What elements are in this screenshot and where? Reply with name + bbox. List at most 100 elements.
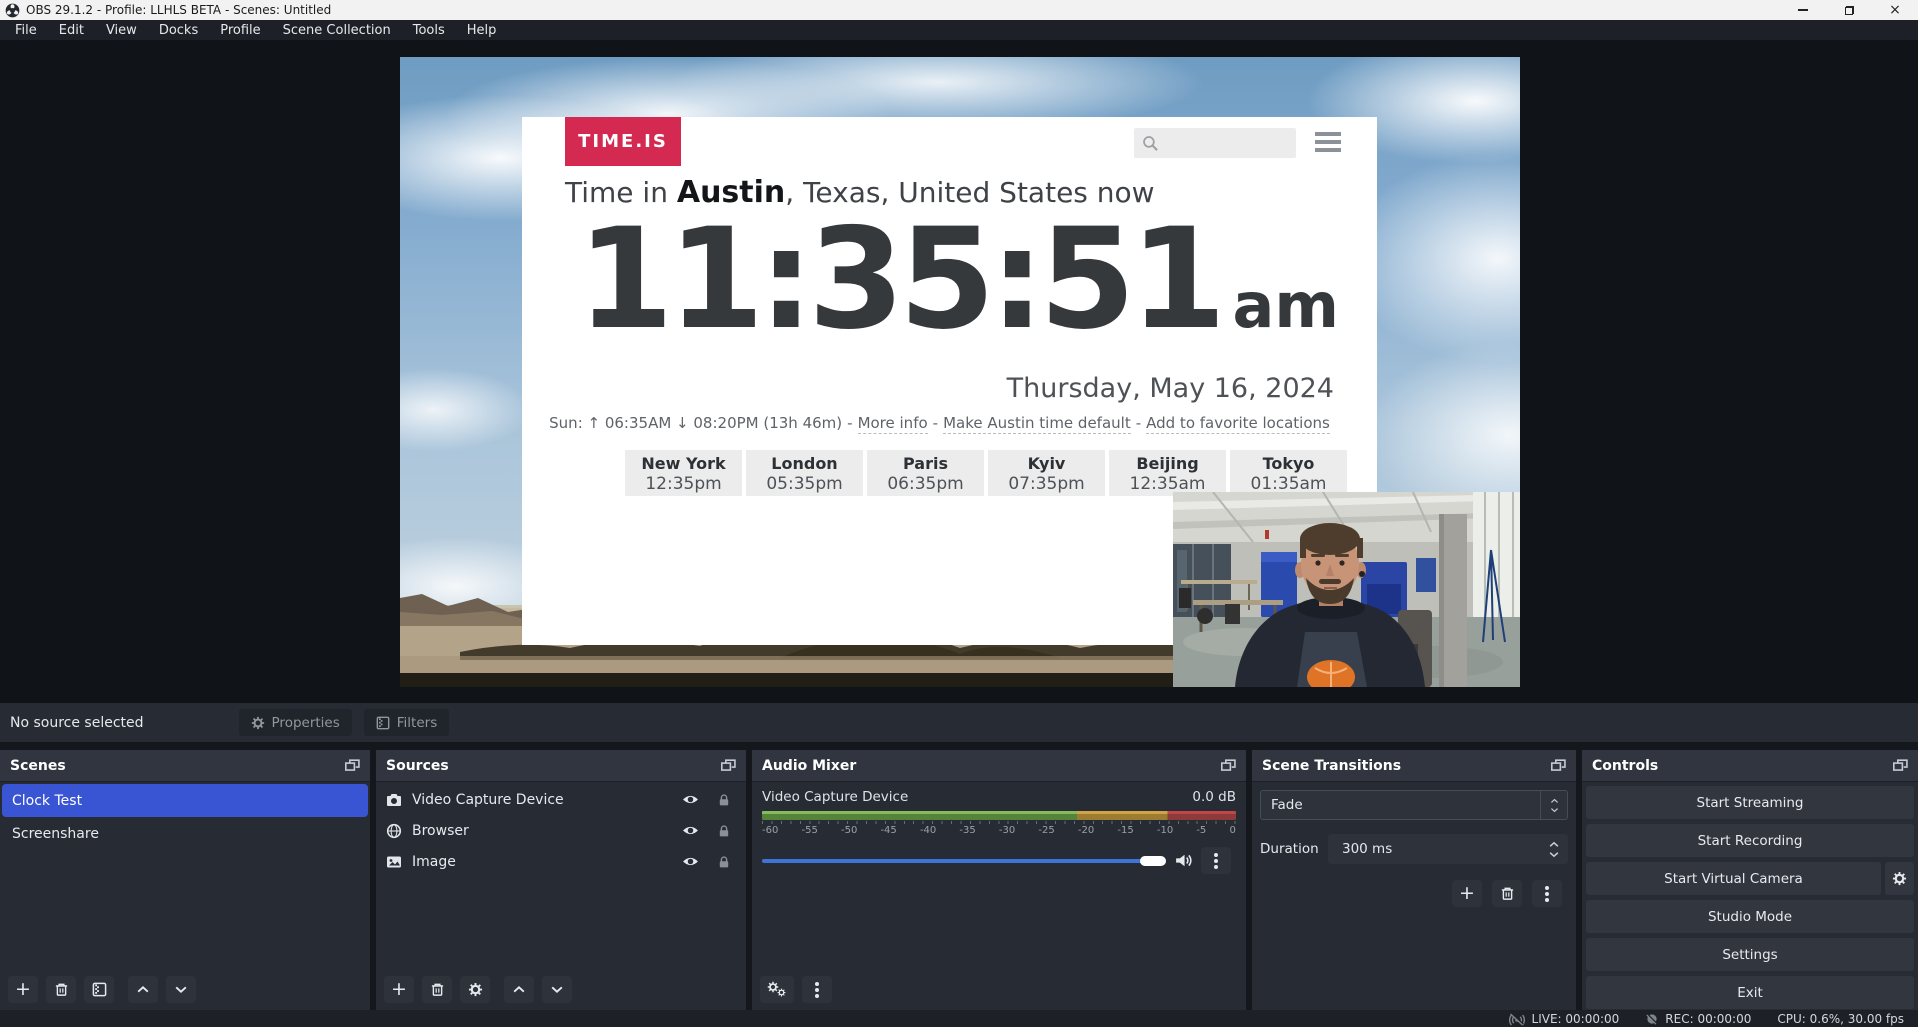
add-favorite-link: Add to favorite locations	[1146, 414, 1330, 434]
timeis-clock: 11:35:51 am	[577, 203, 1339, 356]
scene-filters-button[interactable]	[84, 976, 114, 1003]
timeis-date: Thursday, May 16, 2024	[1007, 373, 1334, 404]
source-move-up-button[interactable]	[504, 976, 534, 1003]
properties-button[interactable]: Properties	[239, 709, 352, 736]
lock-icon	[717, 824, 731, 838]
duration-spinbox[interactable]: 300 ms	[1328, 834, 1568, 864]
broadcast-off-icon	[1508, 1012, 1526, 1026]
preview-area: TIME.IS Time in Austin, Texas, United St…	[0, 40, 1918, 703]
menu-edit[interactable]: Edit	[48, 20, 95, 40]
source-properties-button[interactable]	[460, 976, 490, 1003]
transition-menu-button[interactable]	[1532, 880, 1562, 907]
visibility-toggle[interactable]	[678, 793, 702, 806]
source-toolbar: No source selected Properties Filters	[0, 703, 1918, 742]
close-button[interactable]: ×	[1872, 0, 1918, 20]
lock-toggle[interactable]	[712, 855, 736, 869]
webcam-source[interactable]	[1173, 492, 1520, 687]
chevron-down-icon	[550, 985, 564, 994]
virtual-camera-config-button[interactable]	[1885, 862, 1914, 895]
mixer-panel-header[interactable]: Audio Mixer	[752, 750, 1246, 782]
hamburger-menu-icon	[1315, 132, 1341, 152]
status-bar: LIVE: 00:00:00 REC: 00:00:00 CPU: 0.6%, …	[0, 1010, 1918, 1027]
transitions-panel-header[interactable]: Scene Transitions	[1252, 750, 1576, 782]
settings-button[interactable]: Settings	[1586, 938, 1914, 971]
city-beijing: Beijing12:35am	[1109, 450, 1226, 496]
source-move-down-button[interactable]	[542, 976, 572, 1003]
scene-transitions-panel: Scene Transitions Fade Duration 300 ms +	[1252, 750, 1576, 1010]
add-scene-button[interactable]: +	[8, 976, 38, 1003]
studio-mode-button[interactable]: Studio Mode	[1586, 900, 1914, 933]
visibility-toggle[interactable]	[678, 824, 702, 837]
menu-help[interactable]: Help	[456, 20, 508, 40]
menu-scene-collection[interactable]: Scene Collection	[272, 20, 402, 40]
chevron-up-icon[interactable]	[1548, 841, 1560, 848]
clock-time: 11:35:51	[577, 203, 1220, 356]
preview-canvas[interactable]: TIME.IS Time in Austin, Texas, United St…	[400, 57, 1520, 687]
controls-panel-header[interactable]: Controls	[1582, 750, 1918, 782]
gear-icon	[468, 982, 483, 997]
menu-docks[interactable]: Docks	[148, 20, 209, 40]
start-streaming-button[interactable]: Start Streaming	[1586, 786, 1914, 819]
globe-icon	[386, 823, 402, 839]
make-default-link: Make Austin time default	[943, 414, 1131, 434]
meter-scale: -60-55-50-45-40-35-30-25-20-15-10-50	[762, 821, 1236, 838]
timeis-logo: TIME.IS	[565, 117, 681, 166]
scene-move-down-button[interactable]	[166, 976, 196, 1003]
rec-status: REC: 00:00:00	[1645, 1012, 1751, 1026]
remove-transition-button[interactable]	[1492, 880, 1522, 907]
mute-toggle[interactable]	[1174, 852, 1193, 869]
add-transition-button[interactable]: +	[1452, 880, 1482, 907]
visibility-toggle[interactable]	[678, 855, 702, 868]
menu-view[interactable]: View	[95, 20, 148, 40]
duration-label: Duration	[1260, 841, 1318, 857]
live-status: LIVE: 00:00:00	[1508, 1012, 1620, 1026]
scene-item-clock-test[interactable]: Clock Test	[2, 784, 368, 817]
close-icon: ×	[1889, 3, 1901, 17]
filters-button[interactable]: Filters	[364, 709, 449, 736]
title-bar[interactable]: OBS 29.1.2 - Profile: LLHLS BETA - Scene…	[0, 0, 1918, 20]
dots-menu-icon	[815, 988, 819, 992]
source-item-video-capture[interactable]: Video Capture Device	[378, 784, 744, 815]
sources-panel-header[interactable]: Sources	[376, 750, 746, 782]
chevron-down-icon	[174, 985, 188, 994]
popout-icon	[1893, 759, 1908, 772]
menu-tools[interactable]: Tools	[402, 20, 456, 40]
menu-file[interactable]: File	[4, 20, 48, 40]
add-source-button[interactable]: +	[384, 976, 414, 1003]
scene-item-screenshare[interactable]: Screenshare	[2, 817, 368, 850]
start-recording-button[interactable]: Start Recording	[1586, 824, 1914, 857]
exit-button[interactable]: Exit	[1586, 976, 1914, 1009]
menu-profile[interactable]: Profile	[209, 20, 271, 40]
remove-scene-button[interactable]	[46, 976, 76, 1003]
chevron-up-icon	[1550, 798, 1559, 804]
volume-slider-handle[interactable]	[1140, 856, 1166, 866]
advanced-audio-button[interactable]	[760, 976, 794, 1003]
remove-source-button[interactable]	[422, 976, 452, 1003]
chevron-down-icon[interactable]	[1548, 851, 1560, 858]
scenes-panel-header[interactable]: Scenes	[0, 750, 370, 782]
lock-icon	[717, 855, 731, 869]
combo-spinner[interactable]	[1540, 791, 1567, 819]
channel-menu-button[interactable]	[1201, 847, 1231, 874]
volume-slider[interactable]	[762, 859, 1166, 863]
source-item-image[interactable]: Image	[378, 846, 744, 877]
trash-icon	[430, 982, 445, 997]
gear-icon	[251, 716, 265, 730]
image-icon	[386, 854, 402, 870]
city-kyiv: Kyiv07:35pm	[988, 450, 1105, 496]
more-info-link: More info	[858, 414, 928, 434]
lock-toggle[interactable]	[712, 824, 736, 838]
mixer-menu-button[interactable]	[802, 976, 832, 1003]
controls-panel: Controls Start Streaming Start Recording…	[1582, 750, 1918, 1010]
source-item-browser[interactable]: Browser	[378, 815, 744, 846]
transition-select[interactable]: Fade	[1260, 790, 1568, 820]
start-virtual-camera-button[interactable]: Start Virtual Camera	[1586, 862, 1881, 895]
scene-move-up-button[interactable]	[128, 976, 158, 1003]
mixer-title: Audio Mixer	[762, 758, 856, 774]
lock-toggle[interactable]	[712, 793, 736, 807]
popout-icon	[721, 759, 736, 772]
minimize-button[interactable]	[1780, 0, 1826, 20]
restore-button[interactable]	[1826, 0, 1872, 20]
transitions-title: Scene Transitions	[1262, 758, 1401, 774]
eye-icon	[682, 793, 699, 806]
